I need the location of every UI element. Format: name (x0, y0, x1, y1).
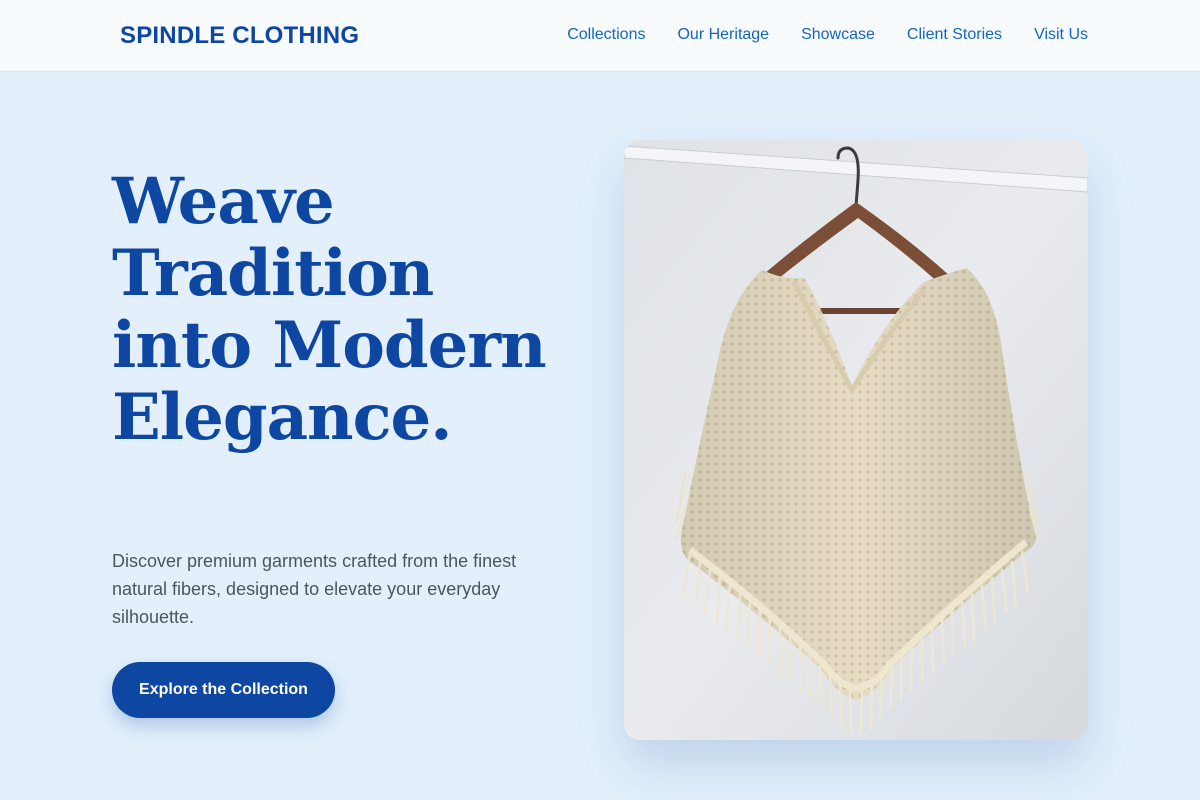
poncho-photo (624, 140, 1088, 740)
site-header: SPINDLE CLOTHING Collections Our Heritag… (0, 0, 1200, 72)
nav-link-showcase[interactable]: Showcase (801, 26, 875, 44)
nav-link-visit-us[interactable]: Visit Us (1034, 26, 1088, 44)
main-nav: Collections Our Heritage Showcase Client… (567, 26, 1088, 44)
brand-logo[interactable]: SPINDLE CLOTHING (120, 22, 359, 50)
nav-link-our-heritage[interactable]: Our Heritage (677, 26, 769, 44)
explore-collection-button[interactable]: Explore the Collection (112, 662, 335, 718)
nav-link-client-stories[interactable]: Client Stories (907, 26, 1002, 44)
hero-title: Weave Tradition into Modern Elegance. (112, 164, 547, 455)
hero-description: Discover premium garments crafted from t… (112, 551, 517, 627)
nav-link-collections[interactable]: Collections (567, 26, 645, 44)
product-image (624, 140, 1088, 740)
